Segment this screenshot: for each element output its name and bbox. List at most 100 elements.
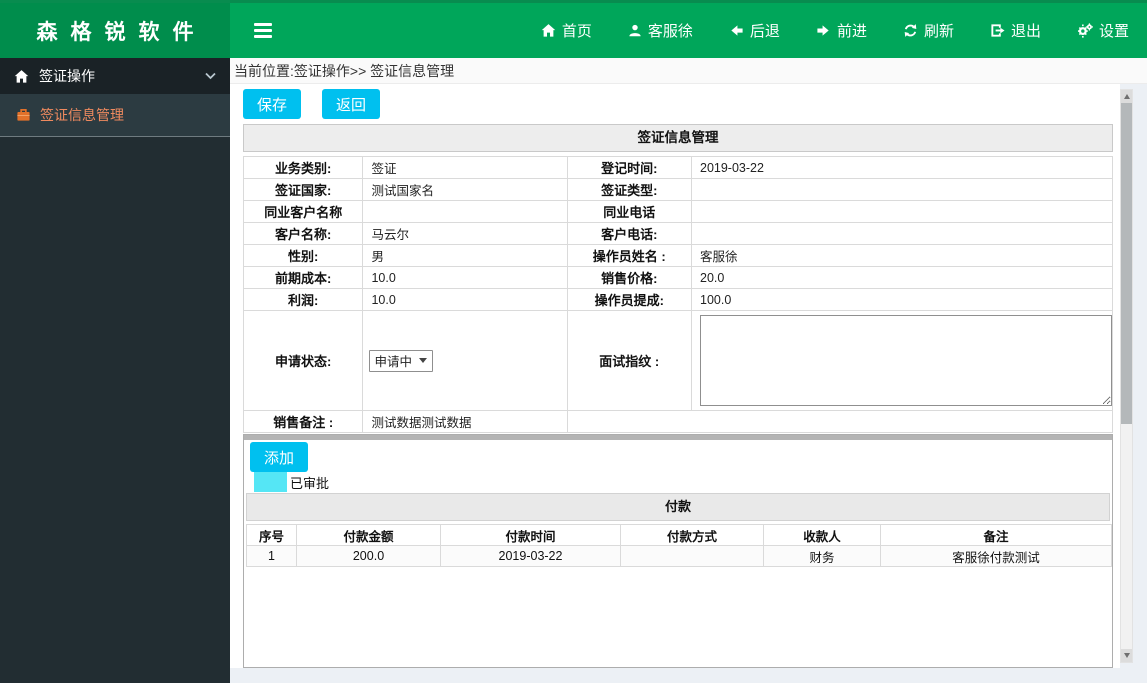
field-label: 销售备注 : bbox=[242, 410, 364, 433]
column-header: 付款方式 bbox=[620, 524, 764, 546]
scroll-up-button[interactable] bbox=[1121, 90, 1132, 103]
nav-settings[interactable]: 设置 bbox=[1077, 20, 1129, 41]
top-header-bar: 森格锐软件 首页 客服徐 后退 前进 刷新 退出 设置 bbox=[0, 0, 1147, 58]
horizontal-scrollbar[interactable] bbox=[244, 435, 1112, 440]
visa-info-form-table: 业务类别: 签证 登记时间: 2019-03-22 签证国家: 测试国家名 签证… bbox=[242, 156, 1114, 433]
toolbar: 保存 返回 bbox=[243, 89, 1120, 119]
field-value: 20.0 bbox=[691, 266, 1113, 289]
scroll-down-button[interactable] bbox=[1121, 649, 1132, 662]
nav-label: 后退 bbox=[749, 23, 780, 40]
field-value: 10.0 bbox=[362, 266, 568, 289]
nav-logout[interactable]: 退出 bbox=[990, 20, 1041, 41]
field-value: 100.0 bbox=[691, 288, 1113, 311]
hamburger-icon bbox=[254, 29, 272, 32]
payment-cell: 财务 bbox=[763, 545, 881, 567]
payment-cell: 2019-03-22 bbox=[440, 545, 621, 567]
scrollbar-thumb[interactable] bbox=[1121, 103, 1132, 424]
field-value: 测试数据测试数据 bbox=[362, 410, 568, 433]
nav-home[interactable]: 首页 bbox=[541, 20, 592, 41]
field-label: 客户名称: bbox=[242, 222, 364, 245]
form-row: 客户名称: 马云尔 客户电话: bbox=[242, 222, 1113, 245]
field-label: 业务类别: bbox=[242, 156, 364, 179]
form-title: 签证信息管理 bbox=[243, 124, 1113, 152]
field-label: 同业客户名称 bbox=[242, 200, 364, 223]
nav-back[interactable]: 后退 bbox=[729, 20, 780, 41]
field-value: 马云尔 bbox=[362, 222, 568, 245]
home-icon bbox=[14, 69, 29, 84]
gears-icon bbox=[1077, 23, 1093, 38]
field-label: 操作员提成: bbox=[566, 288, 693, 311]
sidebar-item-label: 签证信息管理 bbox=[40, 107, 124, 123]
sidebar-item-visa-info-management[interactable]: 签证信息管理 bbox=[0, 94, 230, 137]
nav-refresh[interactable]: 刷新 bbox=[903, 20, 954, 41]
approved-legend: 已审批 bbox=[254, 472, 1112, 492]
payments-table: 序号 付款金额 付款时间 付款方式 收款人 备注 1 200.0 2019-03… bbox=[246, 524, 1112, 567]
home-icon bbox=[541, 23, 556, 38]
field-label: 面试指纹 : bbox=[566, 310, 693, 411]
field-label: 登记时间: bbox=[566, 156, 693, 179]
nav-label: 退出 bbox=[1010, 23, 1041, 40]
sidebar-item-visa-operations[interactable]: 签证操作 bbox=[0, 58, 230, 94]
top-nav-items: 首页 客服徐 后退 前进 刷新 退出 设置 bbox=[541, 20, 1129, 41]
nav-label: 前进 bbox=[836, 23, 867, 40]
column-header: 付款金额 bbox=[296, 524, 441, 546]
nav-label: 客服徐 bbox=[647, 23, 693, 40]
field-value: 2019-03-22 bbox=[691, 156, 1113, 179]
form-row: 前期成本: 10.0 销售价格: 20.0 bbox=[242, 266, 1113, 289]
field-label: 操作员姓名 : bbox=[566, 244, 693, 267]
payments-title: 付款 bbox=[246, 493, 1110, 521]
field-value bbox=[362, 200, 568, 223]
field-label: 前期成本: bbox=[242, 266, 364, 289]
field-value: 男 bbox=[362, 244, 568, 267]
arrow-right-icon bbox=[816, 23, 831, 38]
nav-label: 设置 bbox=[1098, 23, 1129, 40]
add-payment-button[interactable]: 添加 bbox=[250, 442, 309, 472]
column-header: 序号 bbox=[246, 524, 297, 546]
user-icon bbox=[628, 23, 642, 38]
app-brand-text: 森格锐软件 bbox=[36, 18, 207, 44]
nav-label: 刷新 bbox=[923, 23, 954, 40]
legend-label: 已审批 bbox=[290, 475, 330, 491]
payment-row[interactable]: 1 200.0 2019-03-22 财务 客服徐付款测试 bbox=[246, 545, 1112, 567]
field-value bbox=[691, 222, 1113, 245]
sidebar: 签证操作 签证信息管理 bbox=[0, 58, 230, 683]
fingerprint-cell bbox=[691, 310, 1113, 411]
nav-current-user[interactable]: 客服徐 bbox=[628, 20, 693, 41]
chevron-down-icon bbox=[205, 72, 216, 80]
back-button[interactable]: 返回 bbox=[322, 89, 381, 119]
briefcase-icon bbox=[16, 108, 31, 123]
vertical-scrollbar[interactable] bbox=[1120, 89, 1133, 663]
field-label: 签证国家: bbox=[242, 178, 364, 201]
breadcrumb-text: 当前位置:签证操作>> 签证信息管理 bbox=[234, 62, 455, 79]
arrow-left-icon bbox=[729, 23, 744, 38]
field-value: 10.0 bbox=[362, 288, 568, 311]
nav-forward[interactable]: 前进 bbox=[816, 20, 867, 41]
column-header: 收款人 bbox=[763, 524, 881, 546]
save-button[interactable]: 保存 bbox=[243, 89, 302, 119]
application-status-select[interactable]: 申请中 bbox=[369, 349, 433, 372]
field-label: 客户电话: bbox=[566, 222, 693, 245]
payment-cell: 200.0 bbox=[296, 545, 441, 567]
logout-icon bbox=[990, 23, 1005, 38]
payment-cell: 客服徐付款测试 bbox=[880, 545, 1112, 567]
form-row-note: 销售备注 : 测试数据测试数据 bbox=[242, 410, 1114, 433]
payment-cell: 1 bbox=[246, 545, 297, 567]
app-brand: 森格锐软件 bbox=[0, 3, 230, 58]
payment-cell bbox=[620, 545, 764, 567]
hamburger-icon bbox=[254, 35, 272, 38]
approved-color-swatch bbox=[254, 472, 287, 492]
form-row: 签证国家: 测试国家名 签证类型: bbox=[242, 178, 1113, 201]
status-select-cell: 申请中 bbox=[362, 310, 568, 411]
interview-fingerprint-textarea[interactable] bbox=[700, 315, 1112, 406]
chevron-down-icon bbox=[418, 358, 427, 363]
payments-panel: 添加 已审批 付款 序号 付款金额 付款时间 付款方式 收款人 备注 1 200… bbox=[243, 434, 1113, 668]
breadcrumb: 当前位置:签证操作>> 签证信息管理 bbox=[230, 58, 1147, 84]
content-area: 当前位置:签证操作>> 签证信息管理 保存 返回 签证信息管理 业务类别: 签证… bbox=[230, 58, 1147, 683]
sidebar-toggle-button[interactable] bbox=[250, 17, 276, 44]
nav-label: 首页 bbox=[561, 23, 592, 40]
form-row: 同业客户名称 同业电话 bbox=[242, 200, 1113, 223]
hamburger-icon bbox=[254, 23, 272, 26]
empty-cell bbox=[566, 410, 1114, 433]
field-value bbox=[691, 178, 1113, 201]
refresh-icon bbox=[903, 23, 918, 38]
